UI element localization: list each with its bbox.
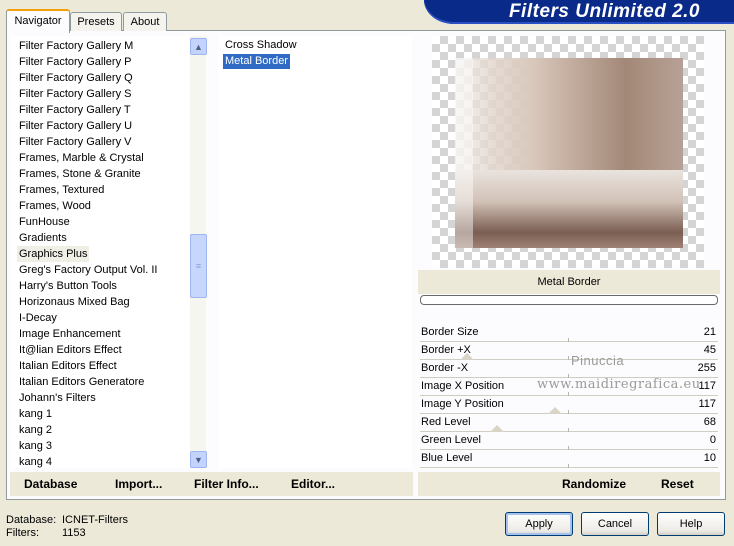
- category-item[interactable]: Filter Factory Gallery P: [17, 54, 133, 70]
- filters-label: Filters:: [6, 527, 39, 539]
- filters-count: 1153: [62, 527, 86, 539]
- parameter-value: 117: [698, 380, 716, 392]
- grip-icon: ≡: [195, 261, 202, 271]
- category-item[interactable]: Gradients: [17, 230, 69, 246]
- tab-about[interactable]: About: [123, 12, 167, 31]
- category-item[interactable]: Italian Editors Generatore: [17, 374, 146, 390]
- parameter-label: Border Size: [421, 326, 479, 338]
- filter-name: Metal Border: [418, 270, 720, 294]
- category-item[interactable]: kang 1: [17, 406, 54, 422]
- filter-item[interactable]: Cross Shadow: [223, 38, 299, 53]
- preview-image-top: [455, 58, 683, 170]
- left-button-bar: Database Import... Filter Info... Editor…: [10, 472, 413, 496]
- category-item[interactable]: Frames, Textured: [17, 182, 106, 198]
- parameter-label: Red Level: [421, 416, 471, 428]
- category-item[interactable]: Filter Factory Gallery U: [17, 118, 134, 134]
- parameter-value: 117: [698, 398, 716, 410]
- category-item[interactable]: Harry's Button Tools: [17, 278, 119, 294]
- tab-presets[interactable]: Presets: [70, 12, 122, 31]
- tab-navigator[interactable]: Navigator: [6, 9, 70, 33]
- slider-thumb[interactable]: [460, 353, 474, 360]
- category-item[interactable]: Johann's Filters: [17, 390, 98, 406]
- parameter-row[interactable]: Blue Level 10: [418, 450, 720, 468]
- editor-button[interactable]: Editor...: [291, 477, 335, 491]
- parameter-value: 0: [709, 434, 716, 446]
- slider-tick: [568, 464, 569, 468]
- parameter-value: 68: [703, 416, 716, 428]
- preview-image-edge: [455, 58, 473, 248]
- parameter-label: Border -X: [421, 362, 469, 374]
- import-button[interactable]: Import...: [115, 477, 162, 491]
- database-button[interactable]: Database: [24, 477, 77, 491]
- parameter-value: 10: [703, 452, 716, 464]
- parameter-panel: Border Size 21 Border +X 45 Border -X 255 Imag…: [418, 324, 720, 468]
- database-value: ICNET-Filters: [62, 514, 128, 526]
- cancel-button[interactable]: Cancel: [581, 512, 649, 536]
- category-item[interactable]: kang 2: [17, 422, 54, 438]
- category-scrollbar[interactable]: ▲ ≡ ▼: [190, 36, 207, 468]
- category-item[interactable]: Italian Editors Effect: [17, 358, 119, 374]
- category-item[interactable]: Frames, Stone & Granite: [17, 166, 143, 182]
- parameter-row[interactable]: Green Level 0: [418, 432, 720, 450]
- parameter-value: 45: [703, 344, 716, 356]
- parameter-label: Blue Level: [421, 452, 473, 464]
- category-item[interactable]: Filter Factory Gallery Q: [17, 70, 135, 86]
- category-item[interactable]: Filter Factory Gallery T: [17, 102, 133, 118]
- scrollbar-thumb[interactable]: ≡: [190, 234, 207, 298]
- category-item[interactable]: kang 4: [17, 454, 54, 468]
- category-item[interactable]: Frames, Wood: [17, 198, 93, 214]
- apply-button[interactable]: Apply: [505, 512, 573, 536]
- parameter-label: Green Level: [421, 434, 481, 446]
- slider-thumb[interactable]: [548, 407, 562, 414]
- randomize-button[interactable]: Randomize: [562, 477, 626, 491]
- category-item[interactable]: Horizonaus Mixed Bag: [17, 294, 132, 310]
- category-item[interactable]: Filter Factory Gallery M: [17, 38, 135, 54]
- category-item[interactable]: It@lian Editors Effect: [17, 342, 124, 358]
- parameter-row[interactable]: Border +X 45: [418, 342, 720, 360]
- preview-image-bottom: [455, 170, 683, 248]
- parameter-label: Image X Position: [421, 380, 505, 392]
- parameter-value: 255: [697, 362, 716, 374]
- watermark-name: Pinuccia: [571, 353, 625, 368]
- watermark-url: www.maidiregrafica.eu: [537, 377, 701, 392]
- category-item[interactable]: I-Decay: [17, 310, 59, 326]
- category-item[interactable]: Frames, Marble & Crystal: [17, 150, 146, 166]
- filter-list[interactable]: Cross Shadow Metal Border: [218, 36, 412, 468]
- arrow-up-icon[interactable]: ▲: [190, 38, 207, 55]
- reset-button[interactable]: Reset: [661, 477, 694, 491]
- slider-thumb[interactable]: [490, 425, 504, 432]
- title-banner: Filters Unlimited 2.0: [424, 0, 734, 24]
- parameter-row[interactable]: Border -X 255: [418, 360, 720, 378]
- category-item[interactable]: kang 3: [17, 438, 54, 454]
- progress-bar: [420, 295, 718, 305]
- slider-track[interactable]: [420, 467, 718, 468]
- right-button-bar: Randomize Reset: [418, 472, 720, 496]
- parameter-row[interactable]: Image Y Position 117: [418, 396, 720, 414]
- parameter-value: 21: [703, 326, 716, 338]
- category-item[interactable]: Image Enhancement: [17, 326, 123, 342]
- category-item[interactable]: Filter Factory Gallery V: [17, 134, 133, 150]
- category-item[interactable]: Greg's Factory Output Vol. II: [17, 262, 159, 278]
- category-item[interactable]: Filter Factory Gallery S: [17, 86, 133, 102]
- parameter-row[interactable]: Red Level 68: [418, 414, 720, 432]
- filter-info-button[interactable]: Filter Info...: [194, 477, 259, 491]
- category-list[interactable]: Filter Factory Gallery M Filter Factory G…: [10, 36, 190, 468]
- category-item[interactable]: Graphics Plus: [17, 246, 90, 262]
- parameter-label: Image Y Position: [421, 398, 504, 410]
- app-title: Filters Unlimited 2.0: [508, 1, 700, 22]
- parameter-row[interactable]: Border Size 21: [418, 324, 720, 342]
- database-label: Database:: [6, 514, 57, 526]
- filter-item[interactable]: Metal Border: [223, 54, 290, 69]
- category-item[interactable]: FunHouse: [17, 214, 72, 230]
- arrow-down-icon[interactable]: ▼: [190, 451, 207, 468]
- help-button[interactable]: Help: [657, 512, 725, 536]
